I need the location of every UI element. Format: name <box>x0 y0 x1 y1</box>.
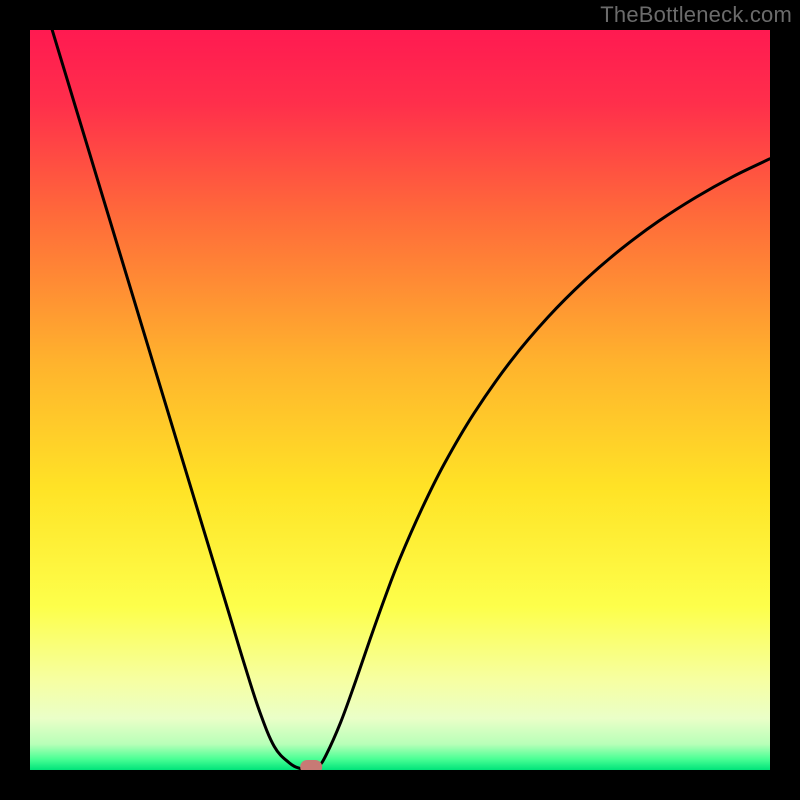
bottleneck-curve-chart <box>30 30 770 770</box>
optimal-point-marker <box>300 760 322 770</box>
plot-area <box>30 30 770 770</box>
chart-frame: TheBottleneck.com <box>0 0 800 800</box>
watermark-text: TheBottleneck.com <box>600 2 792 28</box>
gradient-background <box>30 30 770 770</box>
